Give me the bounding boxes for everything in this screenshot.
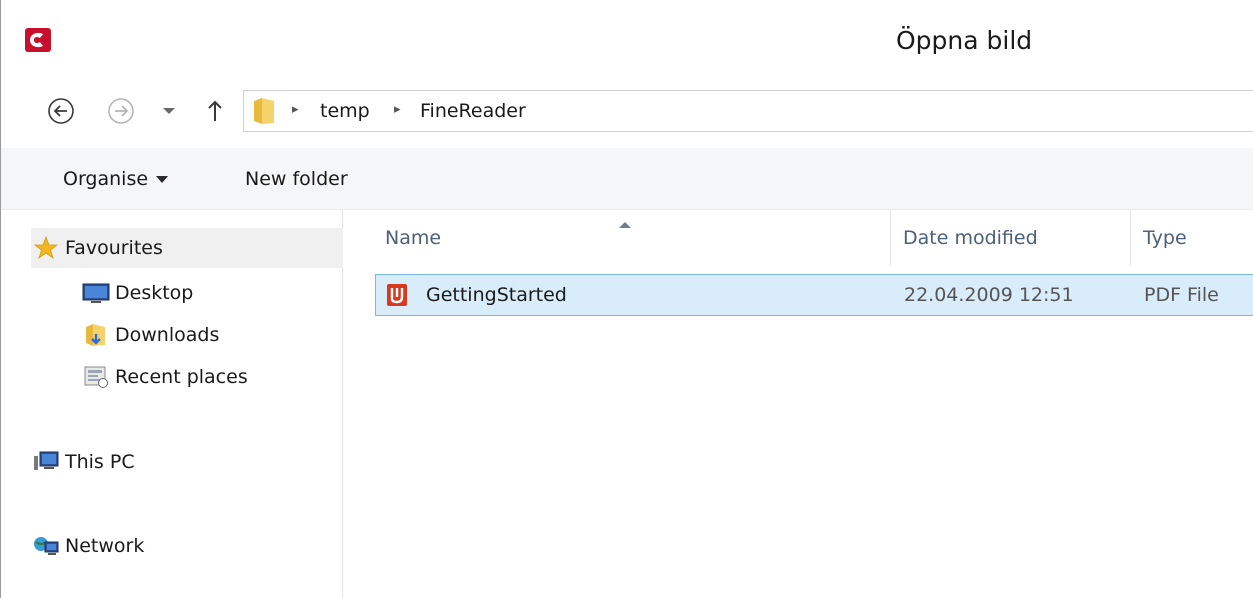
nav-favourites-label: Favourites — [65, 237, 163, 259]
pdf-file-icon — [386, 283, 408, 307]
forward-button[interactable] — [105, 95, 137, 127]
navigation-pane: Favourites Desktop Downloads Recent plac… — [1, 210, 343, 598]
nav-this-pc[interactable]: This PC — [31, 442, 343, 482]
dropdown-arrow-icon — [156, 176, 169, 183]
address-bar[interactable]: ▸ temp ▸ FineReader — [243, 90, 1253, 132]
new-folder-button[interactable]: New folder — [245, 168, 348, 190]
network-icon — [31, 533, 61, 559]
breadcrumb-temp[interactable]: temp — [320, 100, 370, 122]
nav-network-label: Network — [65, 535, 145, 557]
column-header-type[interactable]: Type — [1131, 210, 1253, 266]
breadcrumb-finereader[interactable]: FineReader — [420, 100, 526, 122]
nav-favourites[interactable]: Favourites — [31, 228, 343, 268]
recent-places-icon — [81, 364, 111, 390]
back-arrow-icon — [48, 98, 74, 124]
breadcrumb-separator-icon[interactable]: ▸ — [292, 102, 299, 117]
column-header-name[interactable]: Name — [343, 210, 891, 266]
file-name: GettingStarted — [426, 284, 567, 306]
recent-locations-button[interactable] — [159, 95, 179, 127]
file-list: Name Date modified Type GettingStarted 2… — [343, 210, 1253, 598]
chevron-down-icon — [163, 108, 175, 114]
folder-icon — [252, 97, 276, 125]
nav-recent-places[interactable]: Recent places — [81, 357, 343, 397]
star-icon — [31, 235, 61, 261]
organise-button[interactable]: Organise — [63, 168, 169, 190]
desktop-icon — [81, 280, 111, 306]
file-date-modified: 22.04.2009 12:51 — [904, 284, 1074, 306]
file-type: PDF File — [1144, 284, 1219, 306]
up-arrow-icon — [208, 100, 222, 121]
forward-arrow-icon — [108, 98, 134, 124]
computer-icon — [31, 449, 61, 475]
nav-downloads-label: Downloads — [115, 324, 220, 346]
back-button[interactable] — [45, 95, 77, 127]
up-button[interactable] — [204, 95, 226, 127]
window-title: Öppna bild — [896, 26, 1033, 55]
nav-recent-places-label: Recent places — [115, 366, 248, 388]
downloads-folder-icon — [81, 322, 111, 348]
navigation-bar: ▸ temp ▸ FineReader — [1, 86, 1253, 148]
nav-desktop-label: Desktop — [115, 282, 194, 304]
nav-this-pc-label: This PC — [65, 451, 135, 473]
app-logo-icon — [25, 28, 51, 52]
column-header-date-modified[interactable]: Date modified — [891, 210, 1131, 266]
nav-downloads[interactable]: Downloads — [81, 315, 343, 355]
title-bar: Öppna bild — [1, 0, 1253, 86]
table-row[interactable]: GettingStarted 22.04.2009 12:51 PDF File — [375, 274, 1253, 316]
breadcrumb-separator-icon[interactable]: ▸ — [394, 102, 401, 117]
open-file-dialog: Öppna bild ▸ temp ▸ FineReader Organise … — [0, 0, 1253, 598]
command-bar: Organise New folder — [1, 148, 1253, 210]
organise-label: Organise — [63, 168, 149, 190]
nav-network[interactable]: Network — [31, 526, 343, 566]
nav-desktop[interactable]: Desktop — [81, 273, 343, 313]
